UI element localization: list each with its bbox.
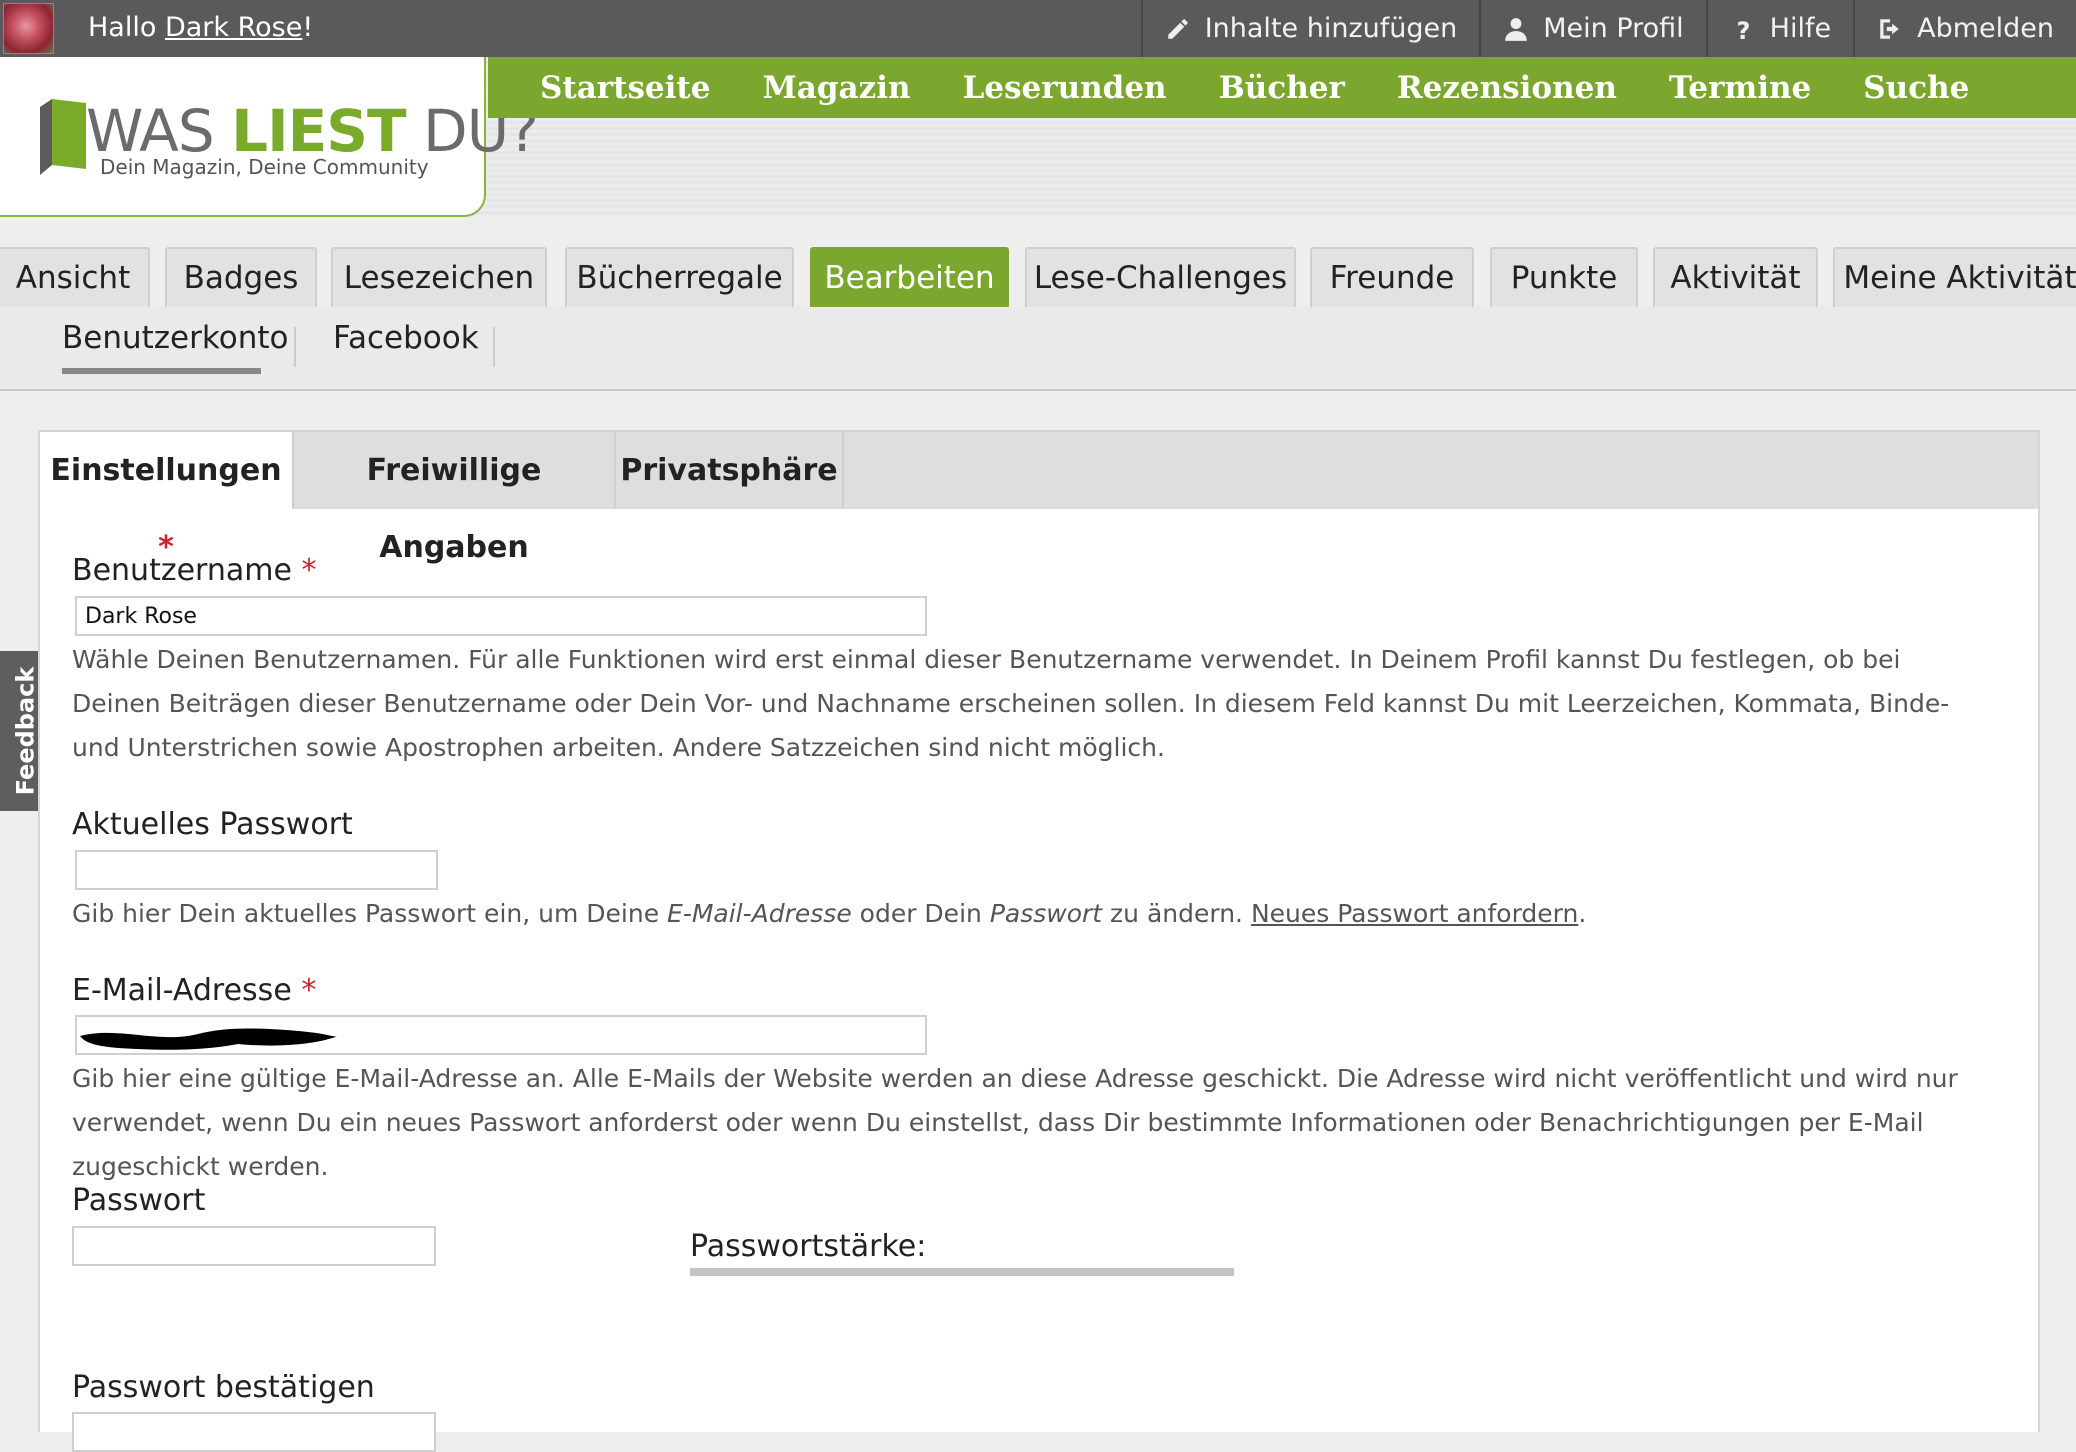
password-label: Passwort xyxy=(72,1183,206,1218)
nav-rezensionen[interactable]: Rezensionen xyxy=(1397,70,1617,106)
email-label: E-Mail-Adresse * xyxy=(72,973,316,1008)
nav-startseite[interactable]: Startseite xyxy=(540,70,710,106)
help-button[interactable]: ? Hilfe xyxy=(1705,0,1853,57)
tab-badges[interactable]: Badges xyxy=(165,247,317,307)
user-icon xyxy=(1505,17,1528,41)
help-text: Gib hier Dein aktuelles Passwort ein, um… xyxy=(72,899,668,928)
password-confirm-input[interactable] xyxy=(72,1412,436,1452)
top-bar: Hallo Dark Rose! Inhalte hinzufügen Mein… xyxy=(0,0,2076,57)
email-label-text: E-Mail-Adresse xyxy=(72,973,292,1008)
current-password-label: Aktuelles Passwort xyxy=(72,807,353,842)
nav-leserunden[interactable]: Leserunden xyxy=(963,70,1167,106)
main-navigation: Startseite Magazin Leserunden Bücher Rez… xyxy=(488,57,2076,118)
nav-suche[interactable]: Suche xyxy=(1863,70,1969,106)
form-tab-privatsphaere[interactable]: Privatsphäre xyxy=(616,432,844,509)
greeting: Hallo Dark Rose! xyxy=(88,0,313,57)
form-tab-einstellungen[interactable]: Einstellungen * xyxy=(40,432,294,565)
site-logo[interactable]: WAS LIEST DU? Dein Magazin, Deine Commun… xyxy=(0,57,539,217)
subtab-active-indicator xyxy=(62,368,261,374)
tab-ansicht[interactable]: Ansicht xyxy=(0,247,150,307)
tab-buecherregale[interactable]: Bücherregale xyxy=(565,247,794,307)
top-actions: Inhalte hinzufügen Mein Profil ? Hilfe A… xyxy=(1140,0,2076,57)
request-new-password-link[interactable]: Neues Passwort anfordern xyxy=(1251,899,1578,928)
help-text: zu ändern. xyxy=(1102,899,1251,928)
tab-meine-aktivitaet[interactable]: Meine Aktivität xyxy=(1833,247,2076,307)
username-help: Wähle Deinen Benutzernamen. Für alle Fun… xyxy=(72,645,1950,762)
help-text: . xyxy=(1578,899,1587,928)
subtab-facebook[interactable]: Facebook xyxy=(333,320,479,356)
greeting-prefix: Hallo xyxy=(88,12,165,43)
subtab-benutzerkonto[interactable]: Benutzerkonto xyxy=(62,320,288,356)
subtab-divider xyxy=(294,327,296,367)
logout-label: Abmelden xyxy=(1917,13,2054,44)
current-password-help: Gib hier Dein aktuelles Passwort ein, um… xyxy=(72,892,1992,936)
add-content-button[interactable]: Inhalte hinzufügen xyxy=(1140,0,1480,57)
tab-bearbeiten[interactable]: Bearbeiten xyxy=(810,247,1009,307)
tab-aktivitaet[interactable]: Aktivität xyxy=(1653,247,1818,307)
username-link[interactable]: Dark Rose xyxy=(165,12,302,43)
question-icon: ? xyxy=(1736,16,1750,41)
tab-punkte[interactable]: Punkte xyxy=(1490,247,1638,307)
logo-wordmark: WAS LIEST DU? xyxy=(86,101,539,161)
help-text: oder Dein xyxy=(851,899,990,928)
password-strength-label: Passwortstärke: xyxy=(690,1229,927,1264)
form-tab-einstellungen-label: Einstellungen xyxy=(50,453,282,488)
greeting-suffix: ! xyxy=(302,12,314,43)
nav-magazin[interactable]: Magazin xyxy=(762,70,910,106)
required-marker: * xyxy=(301,973,317,1008)
svg-text:?: ? xyxy=(1736,16,1750,41)
book-logo-icon xyxy=(40,99,86,175)
profile-tabs: Ansicht Badges Lesezeichen Bücherregale … xyxy=(0,247,2076,307)
required-marker: * xyxy=(301,553,317,588)
username-label-text: Benutzername xyxy=(72,553,292,588)
feedback-label: Feedback xyxy=(11,666,39,796)
username-label: Benutzername * xyxy=(72,553,316,588)
form-tabs: Einstellungen * Freiwillige Angaben Priv… xyxy=(40,432,2038,565)
help-emphasis: E-Mail-Adresse xyxy=(667,899,852,928)
logout-icon xyxy=(1880,18,1899,39)
tab-freunde[interactable]: Freunde xyxy=(1310,247,1474,307)
avatar[interactable] xyxy=(3,3,54,54)
pencil-icon xyxy=(1167,18,1188,39)
form-tab-freiwillige-angaben[interactable]: Freiwillige Angaben xyxy=(294,432,616,565)
nav-buecher[interactable]: Bücher xyxy=(1219,70,1345,106)
password-strength-bar xyxy=(690,1268,1234,1276)
nav-termine[interactable]: Termine xyxy=(1669,70,1811,106)
my-profile-button[interactable]: Mein Profil xyxy=(1479,0,1705,57)
tab-lesezeichen[interactable]: Lesezeichen xyxy=(331,247,547,307)
add-content-label: Inhalte hinzufügen xyxy=(1204,13,1458,44)
subtabs-bar xyxy=(0,307,2076,391)
current-password-input[interactable] xyxy=(75,850,438,890)
help-emphasis: Passwort xyxy=(989,899,1103,928)
logo-tagline: Dein Magazin, Deine Community xyxy=(100,155,429,179)
my-profile-label: Mein Profil xyxy=(1543,13,1684,44)
password-input[interactable] xyxy=(72,1226,436,1266)
email-help: Gib hier eine gültige E-Mail-Adresse an.… xyxy=(72,1064,1958,1181)
logout-button[interactable]: Abmelden xyxy=(1853,0,2076,57)
username-input[interactable] xyxy=(75,596,927,636)
password-confirm-label: Passwort bestätigen xyxy=(72,1370,375,1405)
subtab-divider xyxy=(493,327,495,367)
redaction-scribble xyxy=(80,1028,338,1050)
tab-lese-challenges[interactable]: Lese-Challenges xyxy=(1025,247,1296,307)
help-label: Hilfe xyxy=(1769,13,1832,44)
